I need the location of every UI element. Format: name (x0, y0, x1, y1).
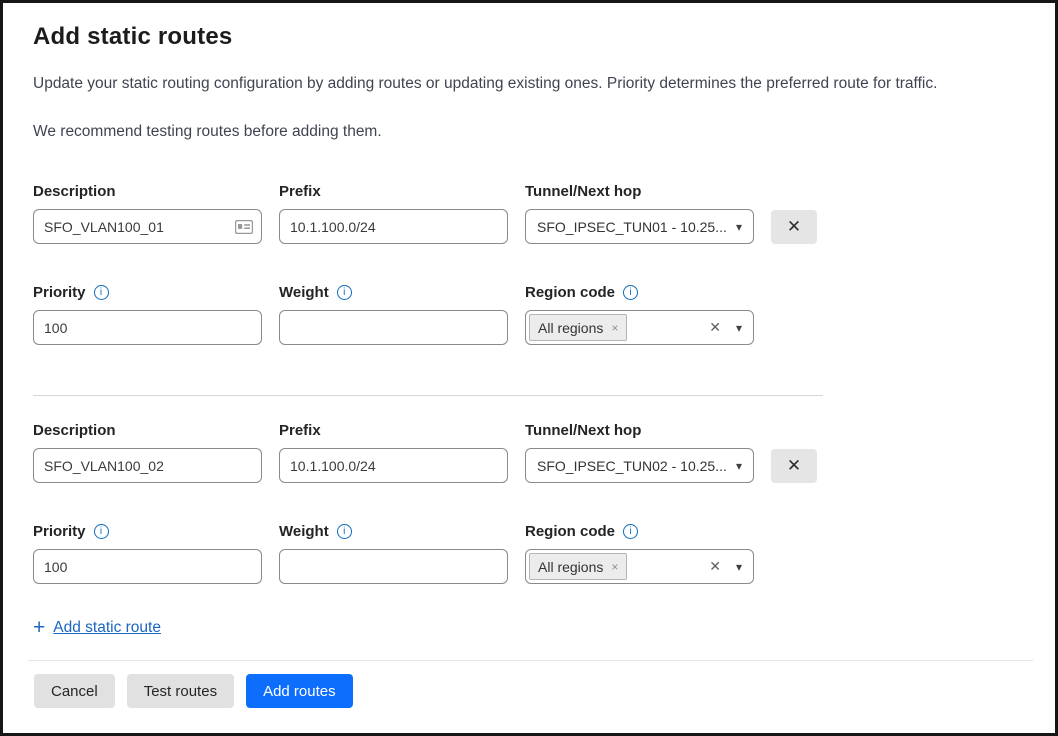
route-2-priority-field: Priority i (33, 523, 262, 584)
prefix-label: Prefix (279, 183, 508, 200)
region-code-label-text: Region code (525, 284, 615, 301)
info-icon[interactable]: i (623, 285, 638, 300)
tunnel-next-hop-label: Tunnel/Next hop (525, 422, 754, 439)
route-2-description-field: Description (33, 422, 262, 483)
chevron-down-icon: ▾ (736, 220, 742, 234)
dialog-content: Add static routes Update your static rou… (3, 3, 1055, 638)
note-text: We recommend testing routes before addin… (33, 123, 1025, 141)
chevron-down-icon: ▾ (736, 459, 742, 473)
priority-label: Priority i (33, 523, 262, 540)
region-code-select[interactable]: All regions × ✕ ▾ (525, 549, 754, 584)
chevron-down-icon: ▾ (736, 321, 742, 335)
chip-remove-icon[interactable]: × (611, 321, 618, 335)
weight-input[interactable] (279, 549, 508, 584)
priority-input[interactable] (33, 549, 262, 584)
region-code-label-text: Region code (525, 523, 615, 540)
route-2-tunnel-field: Tunnel/Next hop SFO_IPSEC_TUN02 - 10.25.… (525, 422, 754, 483)
info-icon[interactable]: i (337, 285, 352, 300)
page-title: Add static routes (33, 23, 1025, 51)
add-static-routes-dialog: Add static routes Update your static rou… (0, 0, 1058, 736)
route-section-divider (33, 395, 823, 396)
route-1-priority-field: Priority i (33, 284, 262, 345)
region-chip: All regions × (529, 553, 627, 580)
priority-input[interactable] (33, 310, 262, 345)
add-routes-button[interactable]: Add routes (246, 674, 353, 708)
info-icon[interactable]: i (337, 524, 352, 539)
route-1-region-field: Region code i All regions × ✕ ▾ (525, 284, 754, 345)
route-2-main-row: Description Prefix Tunnel/Next hop SFO_I… (33, 422, 1025, 483)
description-input[interactable] (33, 448, 262, 483)
tunnel-selected-value: SFO_IPSEC_TUN02 - 10.25... (537, 458, 727, 474)
intro-text: Update your static routing configuration… (33, 75, 1025, 93)
priority-label-text: Priority (33, 523, 86, 540)
weight-label-text: Weight (279, 284, 329, 301)
priority-label-text: Priority (33, 284, 86, 301)
info-icon[interactable]: i (94, 524, 109, 539)
add-static-route-link[interactable]: Add static route (53, 619, 161, 637)
add-static-route-button[interactable]: + Add static route (33, 617, 161, 638)
clear-selection-icon[interactable]: ✕ (709, 319, 721, 336)
tunnel-next-hop-label: Tunnel/Next hop (525, 183, 754, 200)
priority-label: Priority i (33, 284, 262, 301)
region-code-select[interactable]: All regions × ✕ ▾ (525, 310, 754, 345)
weight-label: Weight i (279, 284, 508, 301)
route-1-main-row: Description Prefix (33, 183, 1025, 244)
test-routes-button[interactable]: Test routes (127, 674, 234, 708)
region-chip-label: All regions (538, 320, 603, 336)
region-chip-label: All regions (538, 559, 603, 575)
info-icon[interactable]: i (623, 524, 638, 539)
tunnel-next-hop-select[interactable]: SFO_IPSEC_TUN01 - 10.25... ▾ (525, 209, 754, 244)
remove-route-button[interactable]: ✕ (771, 449, 817, 483)
route-1-tunnel-field: Tunnel/Next hop SFO_IPSEC_TUN01 - 10.25.… (525, 183, 754, 244)
region-code-label: Region code i (525, 523, 754, 540)
route-2-weight-field: Weight i (279, 523, 508, 584)
route-2-secondary-row: Priority i Weight i Region code i (33, 523, 1025, 584)
chevron-down-icon: ▾ (736, 560, 742, 574)
clear-selection-icon[interactable]: ✕ (709, 558, 721, 575)
weight-input[interactable] (279, 310, 508, 345)
description-label: Description (33, 422, 262, 439)
route-1-weight-field: Weight i (279, 284, 508, 345)
route-2-region-field: Region code i All regions × ✕ ▾ (525, 523, 754, 584)
region-code-label: Region code i (525, 284, 754, 301)
route-1-secondary-row: Priority i Weight i Region code i (33, 284, 1025, 345)
info-icon[interactable]: i (94, 285, 109, 300)
description-input[interactable] (33, 209, 262, 244)
prefix-input[interactable] (279, 209, 508, 244)
prefix-input[interactable] (279, 448, 508, 483)
tunnel-next-hop-select[interactable]: SFO_IPSEC_TUN02 - 10.25... ▾ (525, 448, 754, 483)
route-2-prefix-field: Prefix (279, 422, 508, 483)
prefix-label: Prefix (279, 422, 508, 439)
route-1-prefix-field: Prefix (279, 183, 508, 244)
weight-label: Weight i (279, 523, 508, 540)
remove-route-button[interactable]: ✕ (771, 210, 817, 244)
weight-label-text: Weight (279, 523, 329, 540)
region-chip: All regions × (529, 314, 627, 341)
route-1-description-field: Description (33, 183, 262, 244)
description-label: Description (33, 183, 262, 200)
description-input-wrap (33, 209, 262, 244)
cancel-button[interactable]: Cancel (34, 674, 115, 708)
dialog-footer: Cancel Test routes Add routes (28, 660, 1033, 708)
autofill-contact-card-icon[interactable] (235, 220, 253, 234)
plus-icon: + (33, 617, 45, 638)
tunnel-selected-value: SFO_IPSEC_TUN01 - 10.25... (537, 219, 727, 235)
chip-remove-icon[interactable]: × (611, 560, 618, 574)
